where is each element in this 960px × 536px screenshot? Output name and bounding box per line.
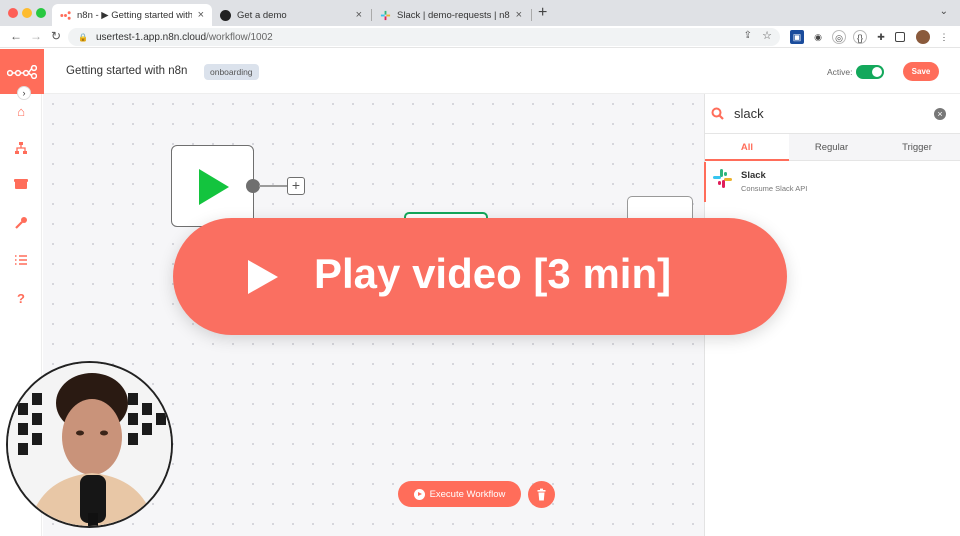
node-search-input[interactable]: slack [734,106,764,121]
play-icon [248,260,278,294]
reload-icon[interactable]: ↻ [51,29,61,43]
play-video-label: Play video [3 min] [314,250,672,297]
add-node-button[interactable]: + [287,177,305,195]
forward-arrow-icon[interactable]: → [30,29,42,43]
browser-toolbar: ← → ↻ 🔒 usertest-1.app.n8n.cloud/workflo… [0,26,960,48]
trash-icon [537,488,546,501]
panel-tabs: All Regular Trigger [705,133,960,161]
url-host: usertest-1.app.n8n.cloud [95,31,207,43]
active-label: Active: [827,67,853,77]
home-icon[interactable]: ⌂ [13,104,29,120]
minimize-window-button[interactable] [22,8,32,18]
vpn-extension-icon[interactable]: ◎ [832,30,846,44]
tab-title: n8n - ▶ Getting started with n8n [77,9,192,21]
browser-tab-n8n[interactable]: n8n - ▶ Getting started with n8n × [52,4,212,26]
share-icon[interactable]: ⇪ [744,30,752,41]
address-bar[interactable]: 🔒 usertest-1.app.n8n.cloud/workflow/1002… [68,28,780,46]
extension-icon[interactable]: ▣ [790,30,804,44]
tab-title: Get a demo [237,9,287,21]
n8n-logo-icon [7,64,37,79]
active-toggle[interactable] [856,65,884,79]
browser-tab-get-demo[interactable]: Get a demo × [212,4,370,26]
tab-regular[interactable]: Regular [789,134,874,161]
profile-avatar[interactable] [916,30,930,44]
bookmark-star-icon[interactable]: ☆ [762,29,772,42]
lock-icon: 🔒 [78,32,88,42]
help-icon[interactable]: ? [13,291,29,307]
result-subtitle: Consume Slack API [741,184,808,193]
network-icon[interactable] [13,141,29,157]
play-circle-icon [413,488,425,500]
close-window-button[interactable] [8,8,18,18]
browser-menu-icon[interactable]: ⋮ [937,30,951,44]
site-favicon-icon [220,9,231,21]
expand-sidebar-chevron-icon[interactable]: › [17,86,31,100]
workflow-name[interactable]: Getting started with n8n [66,65,187,77]
slack-favicon-icon [380,10,391,20]
key-icon[interactable] [13,216,29,232]
maximize-window-button[interactable] [36,8,46,18]
browser-tab-slack[interactable]: Slack | demo-requests | n8n × [372,4,530,26]
presenter-video-image [8,363,171,526]
result-title: Slack [741,170,766,181]
list-item[interactable] [704,162,960,202]
json-extension-icon[interactable]: {} [853,30,867,44]
save-button[interactable]: Save [903,62,939,81]
play-icon [199,169,229,205]
clear-search-icon[interactable]: × [934,108,946,120]
delete-button[interactable] [528,481,555,508]
n8n-favicon-icon [60,10,71,20]
workflow-tag[interactable]: onboarding [204,64,259,80]
play-video-button[interactable]: Play video [3 min] [173,218,787,335]
tab-all[interactable]: All [705,134,789,161]
sidebar-toggle-icon[interactable] [895,32,905,42]
close-tab-icon[interactable]: × [516,9,522,21]
close-tab-icon[interactable]: × [198,9,204,21]
box-icon[interactable] [13,178,29,194]
slack-icon [713,169,732,188]
tab-search-button[interactable]: ⌄ [940,6,948,17]
tab-trigger[interactable]: Trigger [874,134,960,161]
extensions-puzzle-icon[interactable]: ✚ [874,30,888,44]
browser-tab-bar: n8n - ▶ Getting started with n8n × Get a… [0,0,960,26]
close-tab-icon[interactable]: × [356,9,362,21]
new-tab-button[interactable]: + [538,4,547,22]
presenter-webcam [6,361,173,528]
url-path: /workflow/1002 [206,31,273,43]
node-connector [259,185,287,187]
start-node[interactable] [171,145,254,227]
search-icon [711,107,724,120]
tab-divider [531,9,532,21]
tab-title: Slack | demo-requests | n8n [397,9,510,21]
list-icon[interactable] [13,254,29,270]
execute-label: Execute Workflow [429,488,506,500]
back-arrow-icon[interactable]: ← [10,29,22,43]
node-output-port[interactable] [246,179,260,193]
camera-extension-icon[interactable]: ◉ [811,30,825,44]
execute-workflow-button[interactable]: Execute Workflow [398,481,521,507]
